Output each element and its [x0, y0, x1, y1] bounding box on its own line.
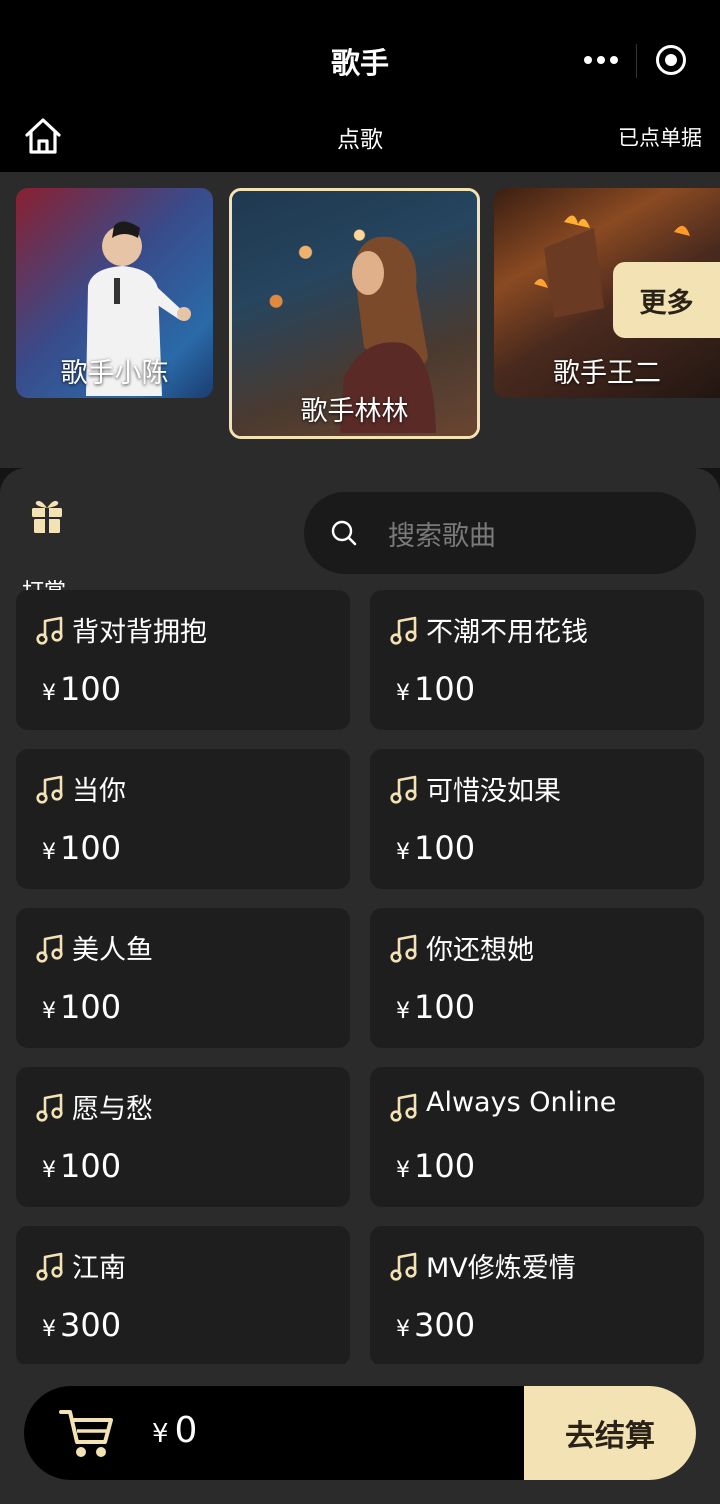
cart-icon[interactable] — [58, 1404, 116, 1462]
price-value: 100 — [60, 670, 122, 708]
song-title: 当你 — [72, 776, 126, 807]
currency-symbol: ¥ — [42, 1158, 56, 1183]
song-card[interactable]: 美人鱼 ¥100 — [16, 908, 350, 1048]
price-value: 100 — [414, 1147, 476, 1185]
singer-card[interactable]: 歌手小陈 — [16, 188, 213, 398]
song-card[interactable]: 不潮不用花钱 ¥100 — [370, 590, 704, 730]
song-card[interactable]: 当你 ¥100 — [16, 749, 350, 889]
song-card[interactable]: 你还想她 ¥100 — [370, 908, 704, 1048]
song-price: ¥300 — [396, 1306, 475, 1344]
song-price: ¥100 — [396, 988, 475, 1026]
song-title: 你还想她 — [426, 935, 534, 966]
music-note-icon — [390, 616, 418, 646]
search-placeholder: 搜索歌曲 — [388, 521, 496, 552]
currency-symbol: ¥ — [396, 1158, 410, 1183]
bottom-bar: ¥0 去结算 — [0, 1364, 720, 1504]
search-icon — [331, 520, 357, 546]
cart-bar: ¥0 去结算 — [24, 1386, 696, 1480]
music-note-icon — [36, 775, 64, 805]
price-value: 100 — [414, 670, 476, 708]
song-title: 江南 — [72, 1253, 126, 1284]
song-panel: 打赏 搜索歌曲 背对背拥抱 ¥100 不潮不用花钱 ¥100 当你 ¥100 可惜没如果 ¥1… — [0, 468, 720, 1364]
song-title: 背对背拥抱 — [72, 617, 207, 648]
currency-symbol: ¥ — [42, 999, 56, 1024]
singer-name: 歌手林林 — [300, 396, 409, 427]
currency-symbol: ¥ — [396, 840, 410, 865]
song-card[interactable]: 背对背拥抱 ¥100 — [16, 590, 350, 730]
target-icon[interactable] — [656, 45, 686, 75]
currency-symbol: ¥ — [396, 681, 410, 706]
song-title: Always Online — [426, 1087, 617, 1118]
song-card[interactable]: 江南 ¥300 — [16, 1226, 350, 1364]
price-value: 100 — [60, 829, 122, 867]
song-price: ¥100 — [42, 670, 121, 708]
price-value: 100 — [60, 988, 122, 1026]
singer-card-selected[interactable]: 歌手林林 — [229, 188, 480, 439]
nav-title: 点歌 — [337, 127, 383, 153]
song-price: ¥100 — [396, 1147, 475, 1185]
currency-symbol: ¥ — [42, 840, 56, 865]
currency-symbol: ¥ — [42, 681, 56, 706]
singer-carousel: 歌手小陈 歌手林林 歌手王二 更多 — [0, 172, 720, 468]
more-singers-button[interactable]: 更多 — [613, 262, 720, 338]
song-title: 愿与愁 — [72, 1094, 153, 1125]
music-note-icon — [36, 616, 64, 646]
music-note-icon — [390, 1252, 418, 1282]
ordered-list-link[interactable]: 已点单据 — [618, 122, 702, 152]
song-price: ¥100 — [42, 829, 121, 867]
song-card[interactable]: 可惜没如果 ¥100 — [370, 749, 704, 889]
song-card[interactable]: Always Online ¥100 — [370, 1067, 704, 1207]
music-note-icon — [36, 1252, 64, 1282]
currency-symbol: ¥ — [396, 999, 410, 1024]
song-price: ¥300 — [42, 1306, 121, 1344]
song-title: 不潮不用花钱 — [426, 617, 588, 648]
song-price: ¥100 — [42, 1147, 121, 1185]
song-title: 可惜没如果 — [426, 776, 561, 807]
song-price: ¥100 — [396, 670, 475, 708]
capsule-divider — [636, 44, 637, 78]
nav-bar: 点歌 已点单据 — [0, 110, 720, 172]
currency-symbol: ¥ — [152, 1419, 169, 1449]
music-note-icon — [390, 1093, 418, 1123]
search-input[interactable]: 搜索歌曲 — [304, 492, 696, 574]
song-card[interactable]: 愿与愁 ¥100 — [16, 1067, 350, 1207]
music-note-icon — [390, 934, 418, 964]
song-price: ¥100 — [396, 829, 475, 867]
price-value: 300 — [414, 1306, 476, 1344]
price-value: 300 — [60, 1306, 122, 1344]
reward-button[interactable]: 打赏 — [22, 496, 72, 605]
gift-icon — [32, 500, 62, 533]
price-value: 100 — [60, 1147, 122, 1185]
music-note-icon — [390, 775, 418, 805]
currency-symbol: ¥ — [396, 1317, 410, 1342]
checkout-button[interactable]: 去结算 — [524, 1386, 696, 1480]
music-note-icon — [36, 1093, 64, 1123]
song-title: MV修炼爱情 — [426, 1253, 576, 1284]
cart-total: ¥0 — [152, 1410, 197, 1451]
price-value: 100 — [414, 829, 476, 867]
song-card[interactable]: MV修炼爱情 ¥300 — [370, 1226, 704, 1364]
more-dots-icon[interactable] — [582, 50, 622, 72]
title-bar: 歌手 — [0, 0, 720, 110]
cart-total-value: 0 — [174, 1410, 198, 1451]
singer-name: 歌手小陈 — [60, 358, 169, 389]
music-note-icon — [36, 934, 64, 964]
currency-symbol: ¥ — [42, 1317, 56, 1342]
singer-name: 歌手王二 — [553, 358, 661, 389]
song-title: 美人鱼 — [72, 935, 153, 966]
price-value: 100 — [414, 988, 476, 1026]
song-price: ¥100 — [42, 988, 121, 1026]
